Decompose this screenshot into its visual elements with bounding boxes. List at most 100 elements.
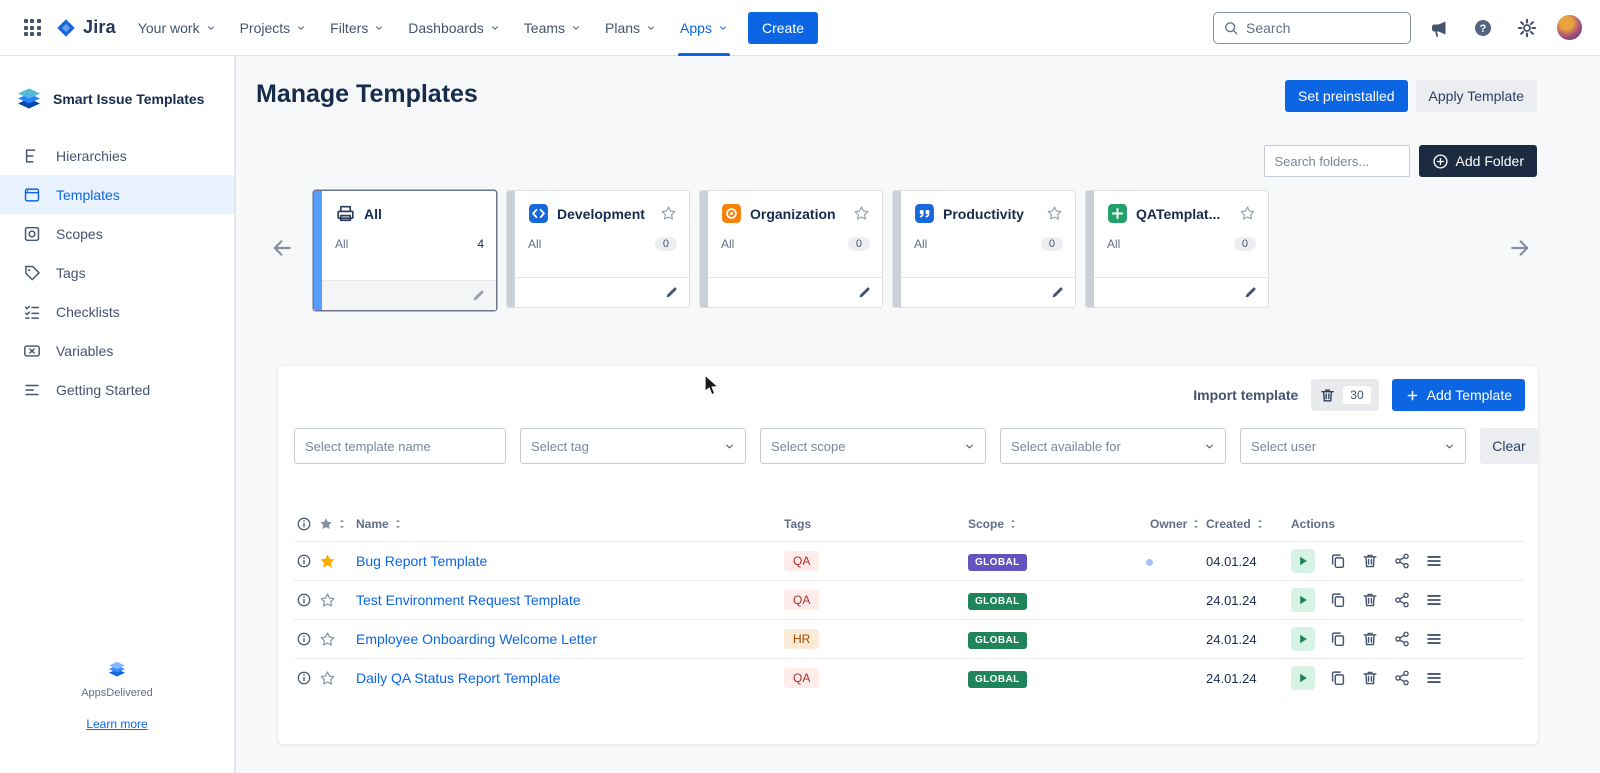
smart-issue-templates-logo-icon (14, 86, 44, 112)
star-outline-icon[interactable] (1046, 205, 1063, 222)
add-folder-button[interactable]: Add Folder (1419, 145, 1537, 177)
sort-icon[interactable] (1007, 518, 1019, 530)
info-icon[interactable] (296, 592, 312, 608)
learn-more-link[interactable]: Learn more (86, 717, 147, 731)
profile-avatar[interactable] (1555, 13, 1584, 42)
template-name-link[interactable]: Employee Onboarding Welcome Letter (356, 631, 597, 647)
info-icon[interactable] (296, 631, 312, 647)
star-outline-icon[interactable] (319, 631, 336, 648)
trash-icon[interactable] (1361, 552, 1379, 570)
feedback-megaphone-button[interactable] (1423, 12, 1455, 44)
star-filled-icon[interactable] (319, 553, 336, 570)
menu-burger-icon[interactable] (1425, 552, 1443, 570)
share-icon[interactable] (1393, 669, 1411, 687)
copy-icon[interactable] (1329, 552, 1347, 570)
menu-burger-icon[interactable] (1425, 669, 1443, 687)
edit-pencil-icon[interactable] (664, 285, 679, 300)
import-template-button[interactable]: Import template (1193, 387, 1298, 403)
carousel-prev-button[interactable] (264, 230, 300, 266)
sidebar-item-templates[interactable]: Templates (0, 175, 234, 214)
sort-icon[interactable] (1190, 518, 1202, 530)
app-switcher-button[interactable] (16, 12, 48, 44)
folder-card-development[interactable]: Development All 0 (506, 190, 690, 308)
folder-subtitle: All (335, 237, 348, 251)
sidebar-item-tags[interactable]: Tags (0, 253, 234, 292)
folder-card-organization[interactable]: Organization All 0 (699, 190, 883, 308)
user-filter-select[interactable]: Select user (1240, 428, 1466, 464)
trash-count-badge: 30 (1343, 386, 1370, 404)
trash-icon[interactable] (1361, 669, 1379, 687)
copy-icon[interactable] (1329, 630, 1347, 648)
add-template-button[interactable]: Add Template (1392, 379, 1525, 411)
star-outline-icon[interactable] (660, 205, 677, 222)
nav-item-filters[interactable]: Filters (318, 0, 396, 56)
folder-card-qatemplates[interactable]: QATemplat... All 0 (1085, 190, 1269, 308)
share-icon[interactable] (1393, 630, 1411, 648)
apply-template-play-button[interactable] (1291, 588, 1315, 612)
help-button[interactable] (1467, 12, 1499, 44)
menu-burger-icon[interactable] (1425, 630, 1443, 648)
nav-item-apps[interactable]: Apps (668, 0, 740, 56)
info-icon[interactable] (296, 670, 312, 686)
carousel-next-button[interactable] (1502, 230, 1538, 266)
column-header-created[interactable]: Created (1206, 517, 1251, 531)
nav-item-your-work[interactable]: Your work (126, 0, 228, 56)
chevron-down-icon (964, 441, 975, 452)
sort-icon[interactable] (392, 518, 404, 530)
scope-filter-select[interactable]: Select scope (760, 428, 986, 464)
template-name-filter-input[interactable] (294, 428, 506, 464)
create-button[interactable]: Create (748, 12, 818, 44)
global-search-input[interactable] (1246, 20, 1401, 36)
folder-card-all[interactable]: All All 4 (313, 190, 497, 311)
apply-template-play-button[interactable] (1291, 549, 1315, 573)
apply-template-play-button[interactable] (1291, 666, 1315, 690)
template-name-link[interactable]: Test Environment Request Template (356, 592, 581, 608)
star-outline-icon[interactable] (853, 205, 870, 222)
copy-icon[interactable] (1329, 669, 1347, 687)
apply-template-button[interactable]: Apply Template (1416, 80, 1537, 112)
column-header-scope[interactable]: Scope (968, 517, 1004, 531)
sidebar-item-getting-started[interactable]: Getting Started (0, 370, 234, 409)
share-icon[interactable] (1393, 552, 1411, 570)
menu-burger-icon[interactable] (1425, 591, 1443, 609)
star-outline-icon[interactable] (1239, 205, 1256, 222)
tag-filter-select[interactable]: Select tag (520, 428, 746, 464)
clear-filters-button[interactable]: Clear (1480, 428, 1538, 464)
star-outline-icon[interactable] (319, 592, 336, 609)
set-preinstalled-button[interactable]: Set preinstalled (1285, 80, 1408, 112)
search-folders-input[interactable] (1264, 145, 1410, 177)
edit-pencil-icon[interactable] (471, 288, 486, 303)
folder-card-productivity[interactable]: Productivity All 0 (892, 190, 1076, 308)
sidebar-item-checklists[interactable]: Checklists (0, 292, 234, 331)
edit-pencil-icon[interactable] (857, 285, 872, 300)
trash-icon[interactable] (1361, 630, 1379, 648)
folder-spine (893, 191, 901, 307)
sidebar-item-scopes[interactable]: Scopes (0, 214, 234, 253)
available-for-filter-select[interactable]: Select available for (1000, 428, 1226, 464)
info-icon[interactable] (296, 553, 312, 569)
template-name-link[interactable]: Daily QA Status Report Template (356, 670, 560, 686)
column-header-name[interactable]: Name (356, 517, 389, 531)
copy-icon[interactable] (1329, 591, 1347, 609)
star-outline-icon[interactable] (319, 670, 336, 687)
apply-template-play-button[interactable] (1291, 627, 1315, 651)
sidebar-item-variables[interactable]: Variables (0, 331, 234, 370)
sort-icon[interactable] (1254, 518, 1266, 530)
edit-pencil-icon[interactable] (1243, 285, 1258, 300)
edit-pencil-icon[interactable] (1050, 285, 1065, 300)
sidebar-item-hierarchies[interactable]: Hierarchies (0, 136, 234, 175)
nav-item-dashboards[interactable]: Dashboards (396, 0, 512, 56)
settings-button[interactable] (1511, 12, 1543, 44)
trash-icon[interactable] (1361, 591, 1379, 609)
template-name-link[interactable]: Bug Report Template (356, 553, 487, 569)
jira-logo[interactable]: Jira (48, 17, 126, 38)
nav-item-plans[interactable]: Plans (593, 0, 668, 56)
share-icon[interactable] (1393, 591, 1411, 609)
trash-bin-button[interactable]: 30 (1311, 379, 1378, 411)
nav-item-teams[interactable]: Teams (512, 0, 593, 56)
global-search[interactable] (1213, 12, 1411, 44)
tag-icon (23, 264, 41, 282)
nav-item-projects[interactable]: Projects (228, 0, 319, 56)
column-header-owner[interactable]: Owner (1150, 517, 1187, 531)
sort-icon[interactable] (336, 518, 348, 530)
